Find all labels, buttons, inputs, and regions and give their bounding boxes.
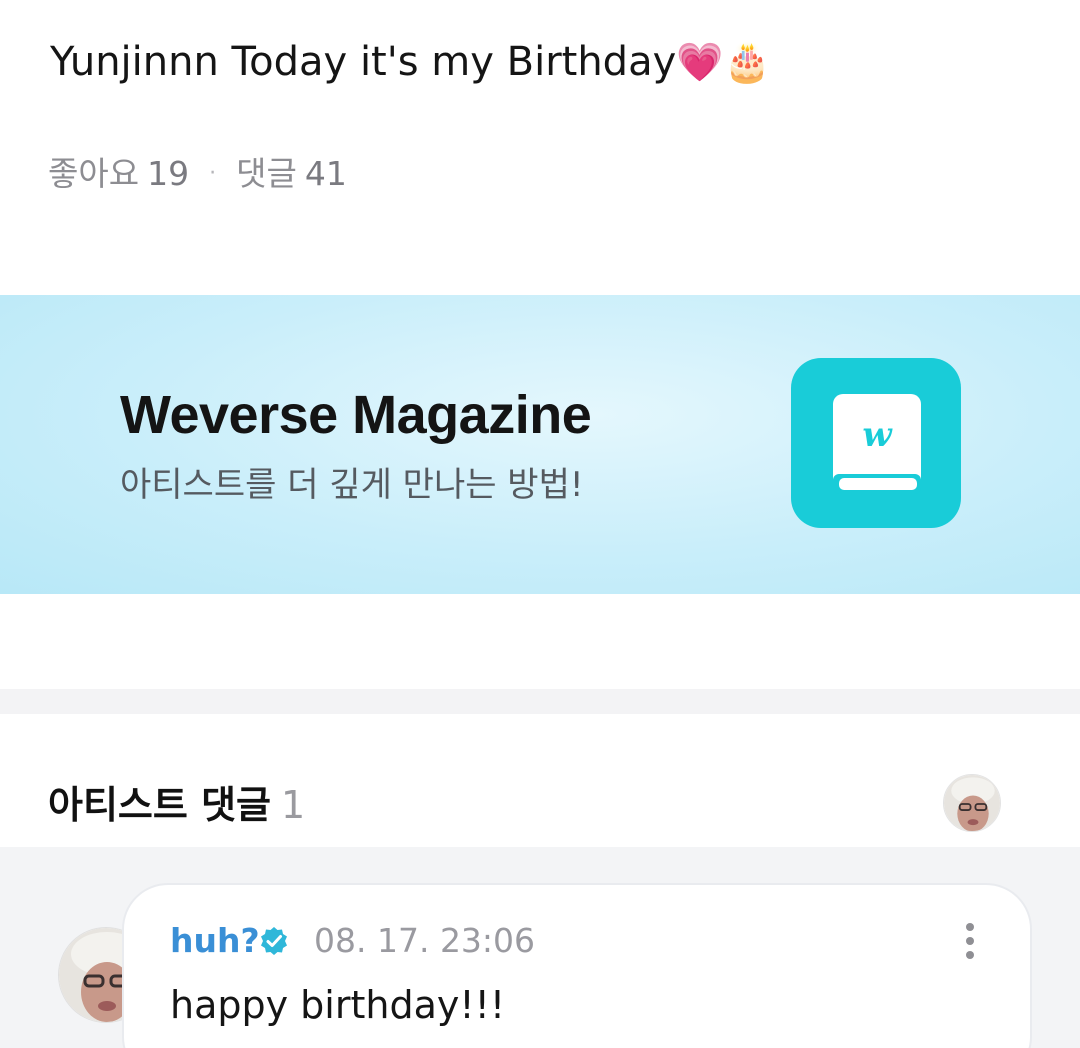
- heart-emoji: 💗: [676, 40, 724, 84]
- comments-stat[interactable]: 댓글 41: [236, 154, 347, 194]
- comments-count: 41: [304, 154, 347, 193]
- post-body: Yunjinnn Today it's my Birthday: [50, 39, 677, 85]
- comment-card: huh? 08. 17. 23:06 happy birthday!!!: [122, 883, 1032, 1048]
- artist-comments-title: 아티스트 댓글: [48, 783, 271, 827]
- artist-comment-list: huh? 08. 17. 23:06 happy birthday!!!: [0, 847, 1080, 1048]
- weverse-magazine-book-icon: w: [791, 358, 961, 528]
- section-divider: [0, 689, 1080, 714]
- svg-text:w: w: [862, 415, 893, 455]
- more-options-icon[interactable]: [958, 923, 982, 963]
- artist-comments-header: 아티스트 댓글 1: [48, 780, 305, 830]
- artist-avatar[interactable]: [943, 774, 1001, 832]
- artist-comments-count: 1: [281, 783, 306, 827]
- banner-title: Weverse Magazine: [120, 385, 592, 445]
- post-detail-page: Yunjinnn Today it's my Birthday💗🎂 좋아요 19 …: [0, 0, 1080, 1048]
- cake-emoji: 🎂: [723, 40, 771, 84]
- comment-timestamp: 08. 17. 23:06: [314, 921, 536, 960]
- comment-author-name[interactable]: huh?: [170, 921, 260, 961]
- weverse-magazine-banner[interactable]: Weverse Magazine 아티스트를 더 깊게 만나는 방법! w: [0, 295, 1080, 594]
- post-stats: 좋아요 19 · 댓글 41: [48, 154, 347, 194]
- comments-label: 댓글: [236, 154, 297, 193]
- stats-separator: ·: [209, 161, 217, 186]
- likes-count: 19: [147, 154, 190, 193]
- post-text: Yunjinnn Today it's my Birthday💗🎂: [50, 34, 771, 90]
- likes-label: 좋아요: [48, 154, 140, 193]
- verified-badge-icon: [261, 927, 287, 955]
- banner-subtitle: 아티스트를 더 깊게 만나는 방법!: [120, 465, 584, 505]
- comment-body: happy birthday!!!: [170, 983, 506, 1027]
- likes-stat[interactable]: 좋아요 19: [48, 154, 189, 194]
